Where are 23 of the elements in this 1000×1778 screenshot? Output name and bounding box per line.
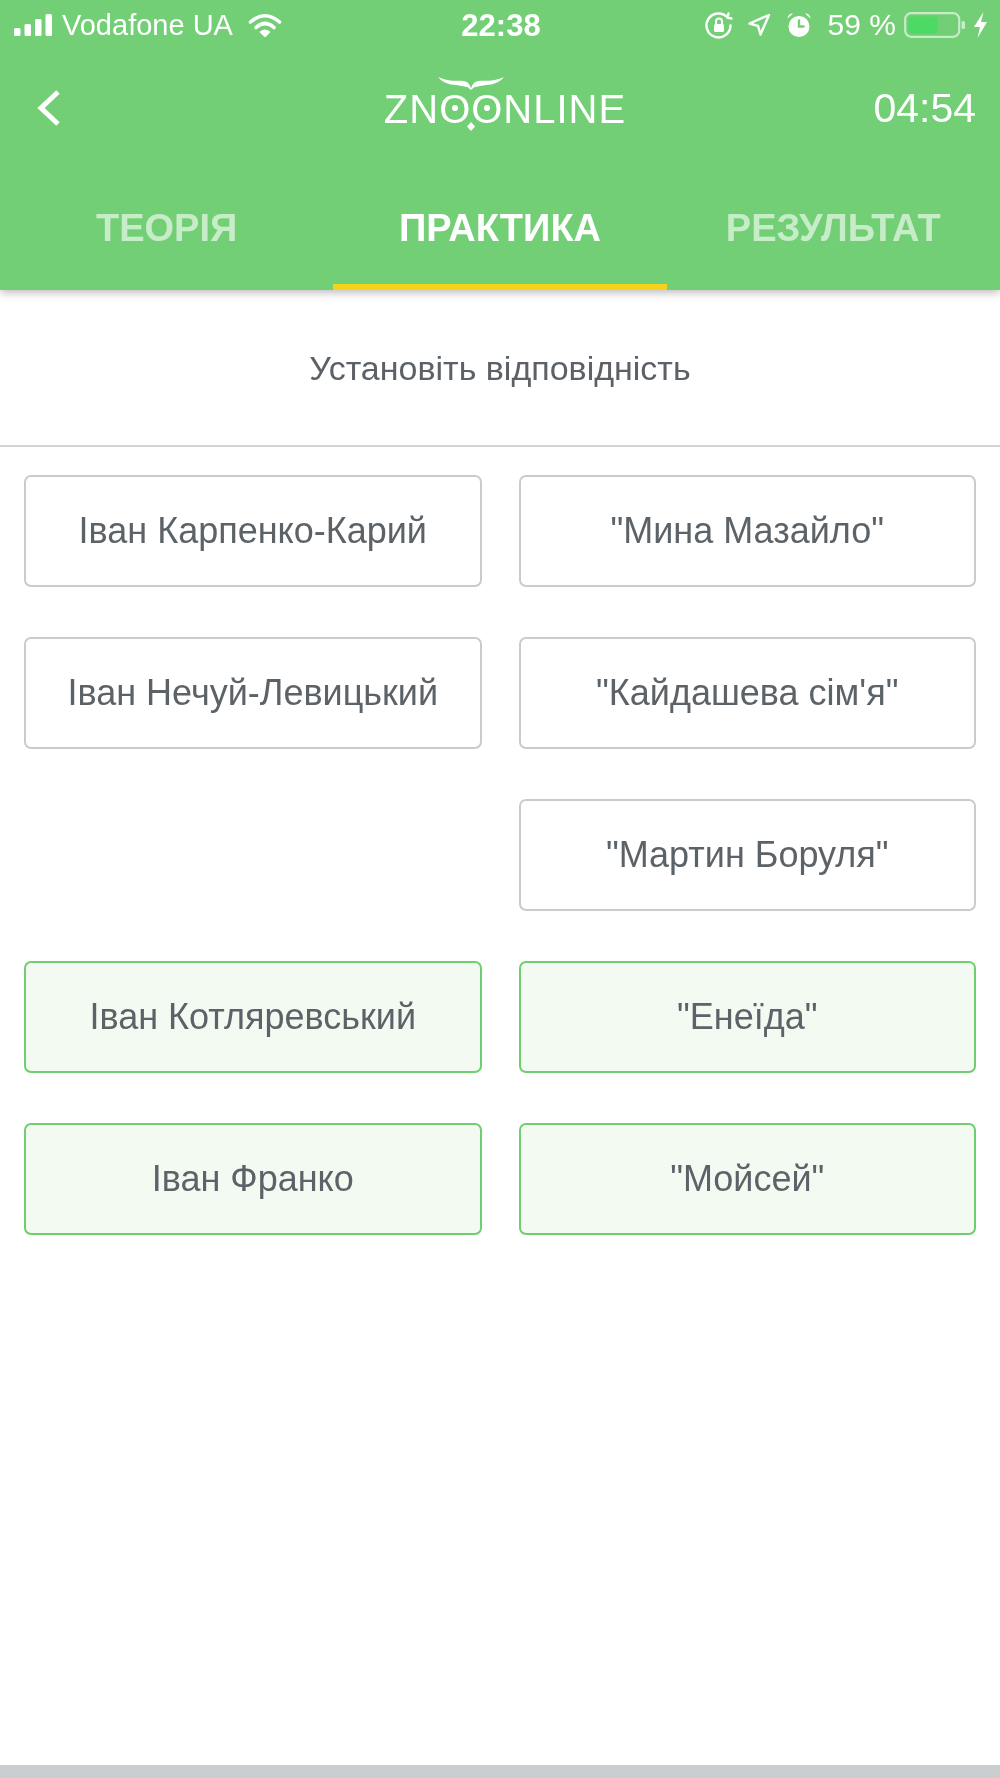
back-chevron-icon (36, 89, 62, 127)
battery-icon (904, 12, 966, 38)
charging-bolt-icon (973, 12, 988, 38)
wifi-icon (247, 13, 282, 37)
option-button[interactable]: Іван Котляревський (24, 961, 482, 1073)
option-button[interactable]: Іван Нечуй-Левицький (24, 637, 482, 749)
carrier-name: Vodafone UA (62, 10, 233, 40)
instruction-text: Установіть відповідність (309, 350, 691, 385)
option-button[interactable]: "Мартин Боруля" (518, 799, 976, 911)
signal-icon (14, 14, 52, 36)
alarm-clock-icon (785, 12, 812, 38)
battery-percent: 59 % (827, 10, 896, 40)
logo: ZNOONLINE (383, 77, 627, 139)
clock-time: 22:38 (460, 9, 542, 41)
option-button[interactable]: Іван Франко (24, 1123, 482, 1235)
location-arrow-icon (746, 13, 771, 37)
option-button[interactable]: "Енеїда" (518, 961, 976, 1073)
option-button[interactable]: "Мойсей" (518, 1123, 976, 1235)
option-button[interactable]: Іван Карпенко-Карий (24, 475, 482, 587)
rotation-lock-icon (704, 11, 733, 39)
option-button[interactable]: "Кайдашева сім'я" (518, 637, 976, 749)
countdown-timer: 04:54 (873, 87, 976, 129)
option-button[interactable]: "Мина Мазайло" (518, 475, 976, 587)
